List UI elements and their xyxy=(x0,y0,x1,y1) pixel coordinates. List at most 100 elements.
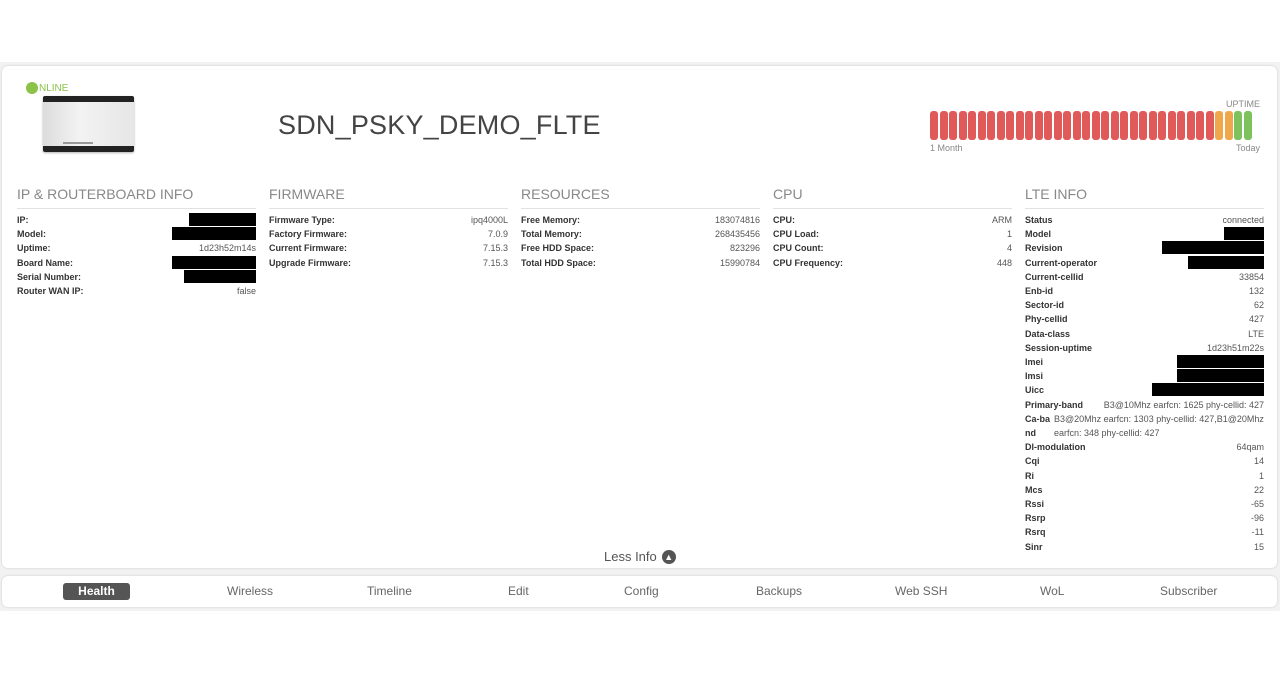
info-label: Serial Number: xyxy=(17,271,82,282)
tab-bar: Health Wireless Timeline Edit Config Bac… xyxy=(2,576,1277,607)
info-label: Imsi xyxy=(1025,371,1044,382)
info-label: CPU Count: xyxy=(773,243,824,254)
lte-row-imei: Imei xyxy=(1025,355,1264,369)
device-title: SDN_PSKY_DEMO_FLTE xyxy=(278,110,601,140)
info-row-uptime: Uptime: 1d23h52m14s xyxy=(17,241,256,255)
uptime-segment xyxy=(1177,111,1185,140)
info-value: ARM xyxy=(992,215,1012,225)
info-value: -65 xyxy=(1250,499,1264,510)
info-label: IP: xyxy=(17,215,29,225)
info-label: Primary-band xyxy=(1025,399,1084,410)
router-image xyxy=(43,96,134,156)
info-value: false xyxy=(236,286,256,297)
less-info-button[interactable]: Less Info ▲ xyxy=(604,549,676,564)
info-value: -96 xyxy=(1250,513,1264,524)
lte-row-enb-id: Enb-id 132 xyxy=(1025,284,1264,298)
info-value: 15 xyxy=(1253,541,1264,552)
uptime-segment xyxy=(1186,111,1195,140)
lte-info-section: LTE INFO Status connected Model Revision … xyxy=(1025,186,1264,554)
info-value: -11 xyxy=(1251,527,1264,538)
info-row: Total Memory: 268435456 xyxy=(521,227,760,241)
info-row: CPU Load: 1 xyxy=(773,227,1012,241)
info-label: Router WAN IP: xyxy=(17,286,84,297)
info-label: Status xyxy=(1025,215,1053,225)
router-top-band xyxy=(43,96,134,102)
info-label: Session-uptime xyxy=(1025,342,1093,353)
info-value: 1 xyxy=(1006,229,1012,240)
uptime-segment xyxy=(1025,111,1033,140)
uptime-segment xyxy=(1101,111,1109,140)
info-label: Phy-cellid xyxy=(1025,314,1068,325)
uptime-segment xyxy=(1082,111,1090,140)
tab-timeline[interactable]: Timeline xyxy=(367,584,412,598)
resources-section: RESOURCES Free Memory: 183074816 Total Me… xyxy=(521,186,760,270)
info-value: 14 xyxy=(1253,456,1264,467)
redacted-value xyxy=(184,269,256,283)
info-value: 132 xyxy=(1248,286,1264,297)
info-value: 7.15.3 xyxy=(482,243,508,254)
tab-edit[interactable]: Edit xyxy=(508,584,529,598)
uptime-segment xyxy=(1234,111,1242,140)
bottom-margin xyxy=(0,611,1280,676)
tab-wireless[interactable]: Wireless xyxy=(227,584,273,598)
lte-row-status: Status connected xyxy=(1025,213,1264,227)
info-label: Enb-id xyxy=(1025,286,1053,297)
uptime-end-label: Today xyxy=(1236,143,1261,153)
info-row: Firmware Type: ipq4000L xyxy=(269,213,508,227)
tab-web-ssh[interactable]: Web SSH xyxy=(895,584,947,598)
uptime-start-label: 1 Month xyxy=(930,143,963,153)
tab-subscriber[interactable]: Subscriber xyxy=(1160,584,1217,598)
lte-row-mcs: Mcs 22 xyxy=(1025,483,1264,497)
info-value: 62 xyxy=(1253,300,1264,311)
lte-row-cellid: Current-cellid 33854 xyxy=(1025,270,1264,284)
info-row: Current Firmware: 7.15.3 xyxy=(269,241,508,255)
info-label: Mcs xyxy=(1025,484,1043,495)
info-value: connected xyxy=(1222,215,1264,225)
info-label: Total Memory: xyxy=(521,229,582,240)
uptime-segment xyxy=(1053,111,1062,140)
info-value: 7.0.9 xyxy=(487,229,508,240)
info-row: CPU: ARM xyxy=(773,213,1012,227)
redacted-value xyxy=(189,213,256,226)
info-label: Rssi xyxy=(1025,499,1045,510)
info-row-wan-ip: Router WAN IP: false xyxy=(17,284,256,298)
info-label: Rsrp xyxy=(1025,513,1046,524)
info-label: Revision xyxy=(1025,243,1063,254)
tab-backups[interactable]: Backups xyxy=(756,584,802,598)
uptime-segment xyxy=(1063,111,1071,140)
info-row-serial: Serial Number: xyxy=(17,269,256,284)
uptime-segment xyxy=(1224,111,1233,140)
info-label: CPU Load: xyxy=(773,229,819,240)
router-led xyxy=(63,142,93,144)
uptime-segment xyxy=(949,111,957,140)
uptime-segment xyxy=(1044,111,1052,140)
info-label: Rsrq xyxy=(1025,527,1046,538)
info-value: 7.15.3 xyxy=(482,257,508,268)
info-label: Uicc xyxy=(1025,385,1045,396)
info-value: 4 xyxy=(1006,243,1012,254)
uptime-segment xyxy=(1205,111,1214,140)
uptime-segment xyxy=(1167,111,1176,140)
firmware-section: FIRMWARE Firmware Type: ipq4000L Factory … xyxy=(269,186,508,270)
lte-row-rssi: Rssi -65 xyxy=(1025,497,1264,511)
tab-wol[interactable]: WoL xyxy=(1040,584,1064,598)
tab-config[interactable]: Config xyxy=(624,584,659,598)
info-label: Board Name: xyxy=(17,257,74,268)
info-value: 268435456 xyxy=(714,229,760,240)
uptime-segment xyxy=(1120,111,1128,140)
uptime-segment xyxy=(1006,111,1014,140)
section-title: FIRMWARE xyxy=(269,186,508,209)
tab-health[interactable]: Health xyxy=(63,583,130,600)
uptime-segment xyxy=(1215,111,1223,140)
router-bottom-band xyxy=(43,146,134,152)
lte-row-sector-id: Sector-id 62 xyxy=(1025,298,1264,312)
info-label: CPU Frequency: xyxy=(773,257,844,268)
info-label: Imei xyxy=(1025,357,1044,368)
redacted-value xyxy=(172,255,256,269)
lte-row-revision: Revision xyxy=(1025,241,1264,255)
uptime-bar xyxy=(930,111,1253,140)
info-label: Total HDD Space: xyxy=(521,257,596,268)
uptime-segment xyxy=(1158,111,1166,140)
info-row: Free Memory: 183074816 xyxy=(521,213,760,227)
lte-row-phy-cellid: Phy-cellid 427 xyxy=(1025,312,1264,326)
